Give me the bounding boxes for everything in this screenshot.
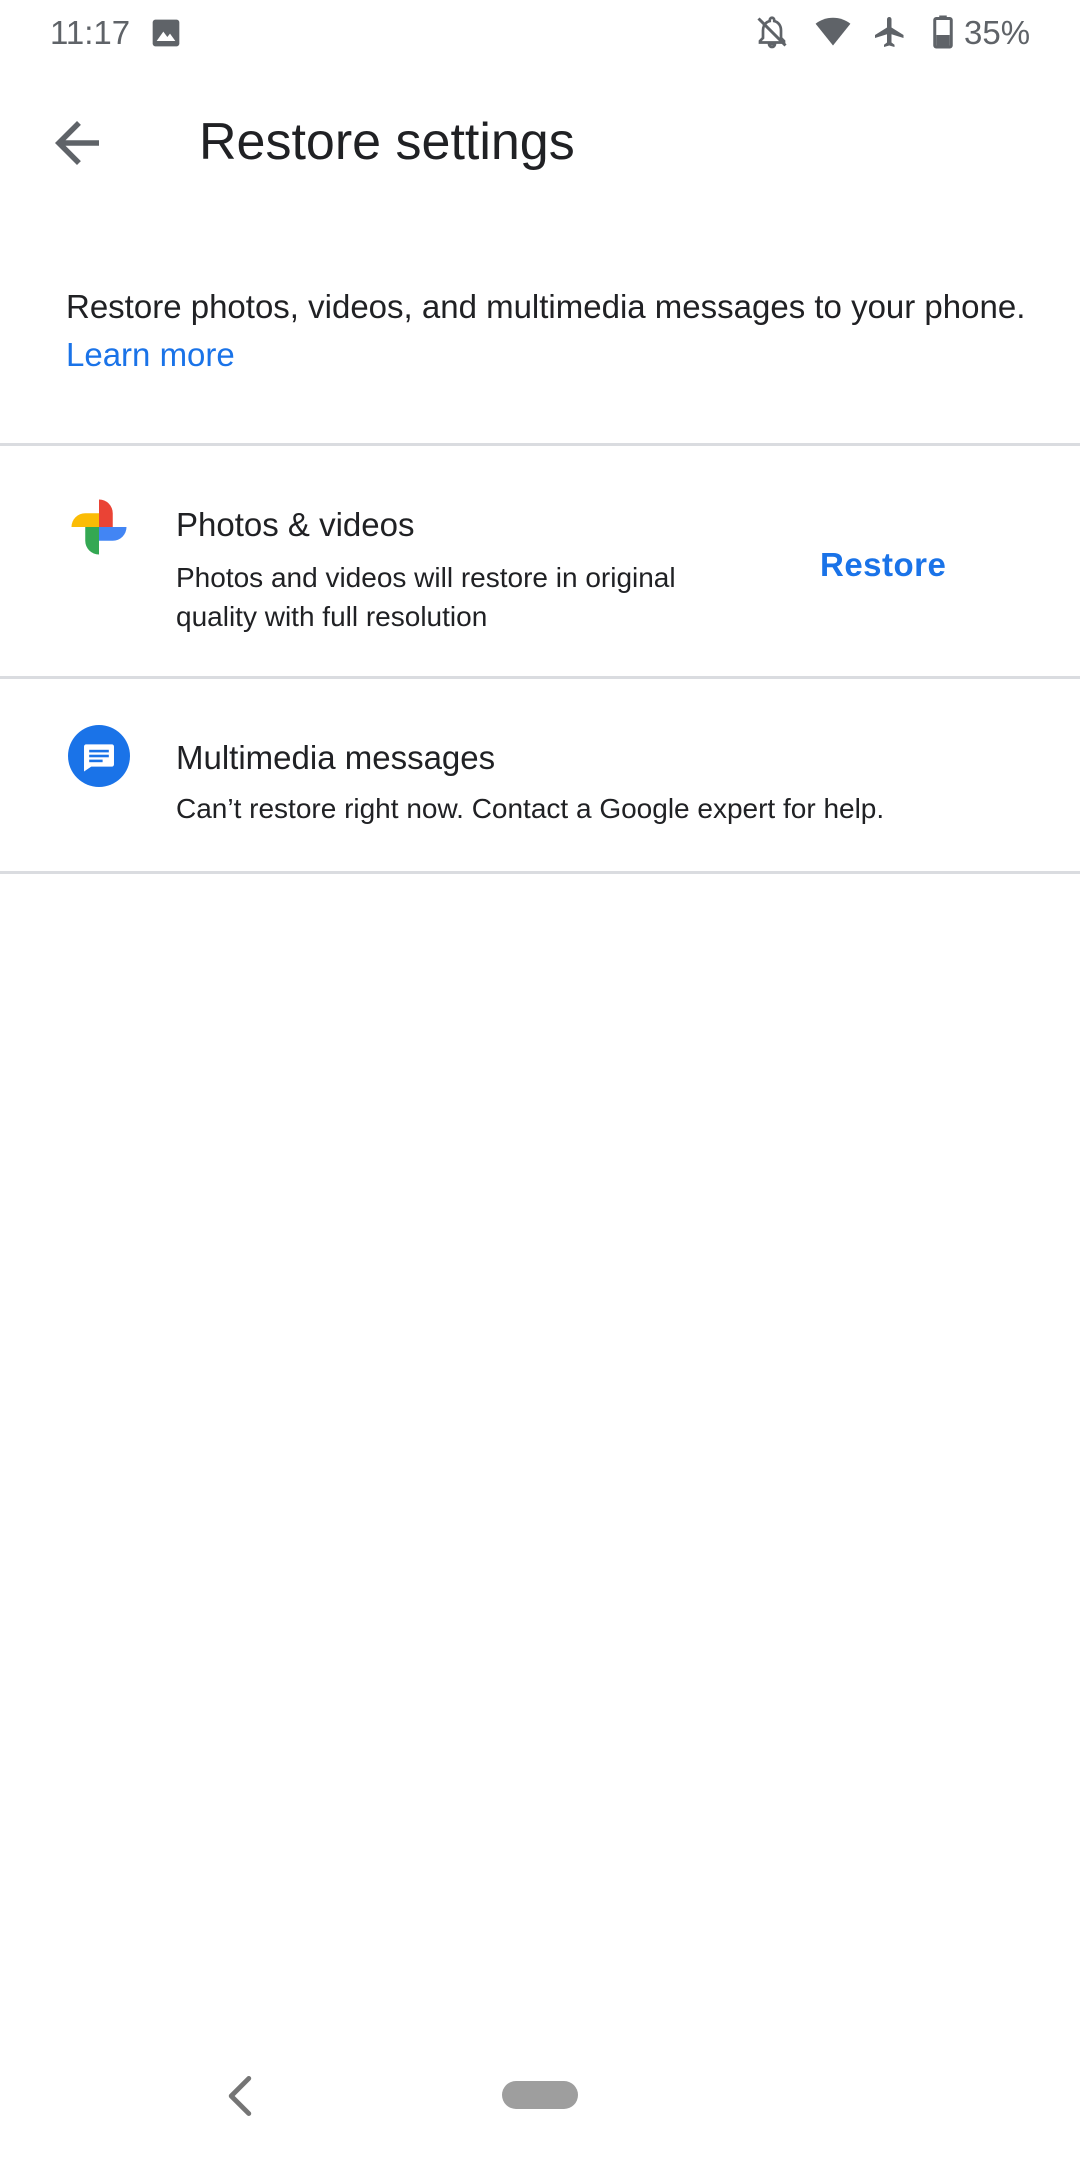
battery-percentage: 35% <box>964 14 1031 51</box>
image-icon <box>152 19 180 47</box>
restore-button[interactable]: Restore <box>820 546 946 584</box>
google-photos-icon <box>71 499 127 555</box>
arrow-back-icon[interactable] <box>44 110 110 176</box>
item-subtitle: Can’t restore right now. Contact a Googl… <box>176 793 885 824</box>
notifications-off-icon <box>757 16 787 49</box>
item-subtitle-line: Photos and videos will restore in origin… <box>176 562 676 593</box>
list-item-photos-videos[interactable]: Photos & videos Photos and videos will r… <box>0 446 1080 676</box>
status-time: 11:17 <box>50 14 131 51</box>
airplane-icon <box>875 17 904 47</box>
nav-home-pill[interactable] <box>502 2081 578 2109</box>
item-title: Photos & videos <box>176 506 415 543</box>
status-bar: 11:17 35% <box>0 0 1080 66</box>
item-subtitle: Photos and videos will restore in origin… <box>176 558 676 636</box>
item-title: Multimedia messages <box>176 739 496 776</box>
battery-icon <box>933 15 953 49</box>
page-title: Restore settings <box>199 113 575 171</box>
nav-back-icon[interactable] <box>222 2074 258 2118</box>
wifi-icon <box>815 17 851 46</box>
list-item-multimedia-messages[interactable]: Multimedia messages Can’t restore right … <box>0 679 1080 873</box>
learn-more-link[interactable]: Learn more <box>66 336 235 373</box>
intro-text: Restore photos, videos, and multimedia m… <box>66 283 1026 379</box>
messages-icon <box>68 725 130 787</box>
intro-description: Restore photos, videos, and multimedia m… <box>66 288 1026 325</box>
item-subtitle-line: quality with full resolution <box>176 601 488 632</box>
divider <box>0 871 1080 874</box>
